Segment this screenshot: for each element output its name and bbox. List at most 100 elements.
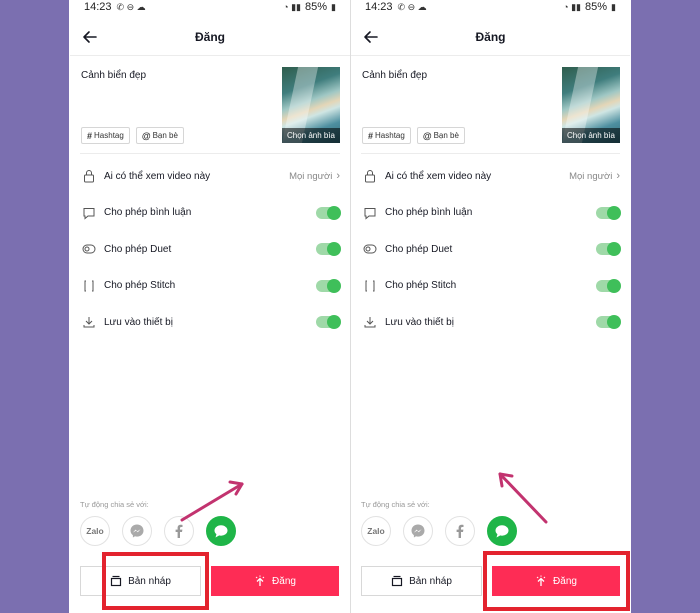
hashtag-chip-label: Hashtag [375,131,405,140]
caption-section: Cảnh biển đẹp Chọn ảnh bìa # Hashtag @ Bạn… [80,56,340,154]
messenger-share-button[interactable] [122,516,152,546]
status-time: 14:23 [365,1,393,13]
save-toggle[interactable] [596,315,621,329]
toggle-knob [327,205,341,220]
zalo-label: Zalo [367,526,385,536]
upload-icon [255,575,265,586]
save-row: Lưu vào thiết bị [80,304,341,341]
hashtag-chip[interactable]: # Hashtag [362,127,411,144]
share-options: Zalo [361,516,517,546]
comments-toggle[interactable] [316,205,341,220]
zalo-share-button[interactable]: Zalo [80,516,110,546]
toggle-knob [327,278,341,293]
status-bar: 14:23 ✆ ⊖ ☁ ◔ ▮▮ 85% ▮ [351,0,630,14]
stitch-icon [84,280,94,292]
hashtag-chip[interactable]: # Hashtag [81,127,130,144]
page-title: Đăng [195,29,225,44]
draft-button[interactable]: Bản nháp [361,566,482,596]
wifi-signal-icon: ◔ ▮▮ [563,1,582,12]
status-time: 14:23 [84,1,112,13]
back-arrow-icon[interactable] [361,27,381,47]
stitch-icon [365,280,375,292]
toggle-knob [607,315,621,329]
video-thumbnail[interactable]: Chọn ảnh bìa [282,67,340,143]
comments-label: Cho phép bình luận [385,207,473,219]
duet-icon [82,244,96,254]
privacy-row[interactable]: Ai có thể xem video này Mọi người › [80,158,340,195]
draft-icon [391,575,403,587]
mention-chip-label: Bạn bè [433,131,459,140]
save-toggle[interactable] [316,315,341,329]
comments-toggle[interactable] [596,205,621,220]
privacy-label: Ai có thể xem video này [385,170,492,182]
mention-chip[interactable]: @ Bạn bè [416,127,465,144]
caption-chips: # Hashtag @ Bạn bè [81,127,184,144]
at-icon: @ [141,130,151,141]
post-button-label: Đăng [272,575,296,587]
facebook-icon [175,524,183,538]
duet-toggle[interactable] [596,242,621,256]
zalo-label: Zalo [86,526,104,536]
mention-chip[interactable]: @ Bạn bè [135,127,184,144]
duet-icon [363,244,377,254]
page-title: Đăng [475,29,506,44]
message-bubble-icon [214,525,228,538]
caption-chips: # Hashtag @ Bạn bè [362,127,465,144]
comments-row: Cho phép bình luận [80,195,341,232]
stitch-toggle[interactable] [316,278,341,293]
post-highlight-box [483,551,630,611]
save-label: Lưu vào thiết bị [385,316,454,328]
comments-label: Cho phép bình luận [104,207,192,219]
battery-level: 85% [305,1,328,13]
duet-label: Cho phép Duet [104,243,172,255]
zalo-share-button[interactable]: Zalo [361,516,391,546]
save-row: Lưu vào thiết bị [361,304,621,341]
post-button[interactable]: Đăng [211,566,339,596]
status-bar: 14:23 ✆ ⊖ ☁ ◔ ▮▮ 85% ▮ [70,0,350,14]
messenger-share-button[interactable] [403,516,433,546]
wifi-signal-icon: ◔ ▮▮ [283,1,302,12]
battery-level: 85% [585,1,608,13]
settings-list: Ai có thể xem video này Mọi người › Cho … [361,158,621,341]
stitch-label: Cho phép Stitch [104,280,176,292]
duet-label: Cho phép Duet [385,243,453,255]
lock-icon [365,170,375,183]
stitch-row: Cho phép Stitch [361,268,621,305]
privacy-value: Mọi người [569,170,613,182]
messenger-icon [130,524,144,538]
duet-row: Cho phép Duet [361,231,621,268]
duet-toggle[interactable] [316,242,341,256]
toggle-knob [607,205,621,220]
hashtag-chip-label: Hashtag [94,131,124,140]
hashtag-icon: # [368,130,374,141]
messenger-icon [411,524,425,538]
stitch-toggle[interactable] [596,278,621,293]
draft-highlight-box [102,552,209,610]
arrow-annotation-right [498,472,548,524]
hashtag-icon: # [87,130,93,141]
auto-share-label: Tự động chia sẻ với: [361,500,430,509]
toggle-knob [327,315,341,329]
privacy-row[interactable]: Ai có thể xem video này Mọi người › [361,158,620,195]
chevron-right-icon: › [616,170,620,183]
caption-input[interactable]: Cảnh biển đẹp [81,70,146,81]
auto-share-label: Tự động chia sẻ với: [80,500,149,509]
back-arrow-icon[interactable] [80,27,100,47]
caption-section: Cảnh biển đẹp Chọn ảnh bìa # Hashtag @ Bạn… [361,56,620,154]
caption-input[interactable]: Cảnh biển đẹp [362,70,427,81]
select-cover-button[interactable]: Chọn ảnh bìa [562,128,620,143]
draft-button-label: Bản nháp [409,575,452,587]
toggle-knob [327,242,341,256]
battery-icon: ▮ [331,1,336,12]
select-cover-button[interactable]: Chọn ảnh bìa [282,128,340,143]
at-icon: @ [422,130,432,141]
chevron-right-icon: › [336,170,340,183]
privacy-label: Ai có thể xem video này [104,170,211,182]
facebook-share-button[interactable] [445,516,475,546]
comment-icon [364,207,376,220]
arrow-annotation-left [180,480,244,522]
toggle-knob [607,278,621,293]
phone-screen-right: 14:23 ✆ ⊖ ☁ ◔ ▮▮ 85% ▮ Đăng Cảnh biển đẹ… [350,0,630,613]
video-thumbnail[interactable]: Chọn ảnh bìa [562,67,620,143]
privacy-value: Mọi người [289,170,333,182]
